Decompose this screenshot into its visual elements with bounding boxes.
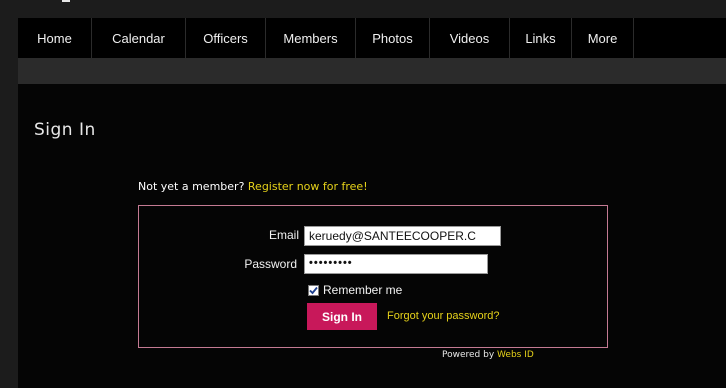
nav-item-label: Officers [203,30,248,46]
nav-item-videos[interactable]: Videos [430,18,510,58]
nav-item-label: Photos [372,30,413,46]
nav-item-label: Calendar [112,30,165,46]
nav-item-label: More [587,30,618,46]
signin-form: Email keruedy@SANTEECOOPER.C Password ••… [138,205,608,348]
remember-me[interactable]: Remember me [308,283,402,297]
nav-item-home[interactable]: Home [18,18,92,58]
remember-checkbox[interactable] [308,284,319,296]
nav-item-members[interactable]: Members [266,18,356,58]
main-nav: Home Calendar Officers Members Photos Vi… [18,18,726,58]
nav-item-label: Home [37,30,72,46]
password-field[interactable]: ••••••••• [304,254,488,274]
email-label: Email [268,228,299,242]
register-prompt: Not yet a member? Register now for free! [138,180,368,193]
register-prompt-text: Not yet a member? [138,180,245,193]
nav-item-more[interactable]: More [572,18,634,58]
forgot-password-link[interactable]: Forgot your password? [387,310,500,322]
page-title: Sign In [34,120,96,140]
nav-item-links[interactable]: Links [510,18,572,58]
signin-button[interactable]: Sign In [307,303,377,330]
page: Home Calendar Officers Members Photos Vi… [0,0,726,388]
email-field[interactable]: keruedy@SANTEECOOPER.C [304,226,501,246]
password-label: Password [244,257,297,271]
nav-item-calendar[interactable]: Calendar [92,18,186,58]
remember-label: Remember me [323,283,403,297]
register-link[interactable]: Register now for free! [248,180,368,193]
top-mark [62,0,70,2]
checkmark-icon [309,286,318,294]
top-strip [0,0,726,6]
nav-item-label: Links [525,30,556,46]
nav-item-officers[interactable]: Officers [186,18,266,58]
powered-by-text: Powered by [442,350,495,360]
sub-nav-band [18,58,726,84]
nav-item-photos[interactable]: Photos [356,18,430,58]
webs-id-link[interactable]: Webs ID [497,350,534,360]
powered-by: Powered by Webs ID [442,350,534,360]
main-content: Sign In Not yet a member? Register now f… [18,84,726,388]
nav-item-label: Videos [449,30,490,46]
nav-item-label: Members [283,30,338,46]
